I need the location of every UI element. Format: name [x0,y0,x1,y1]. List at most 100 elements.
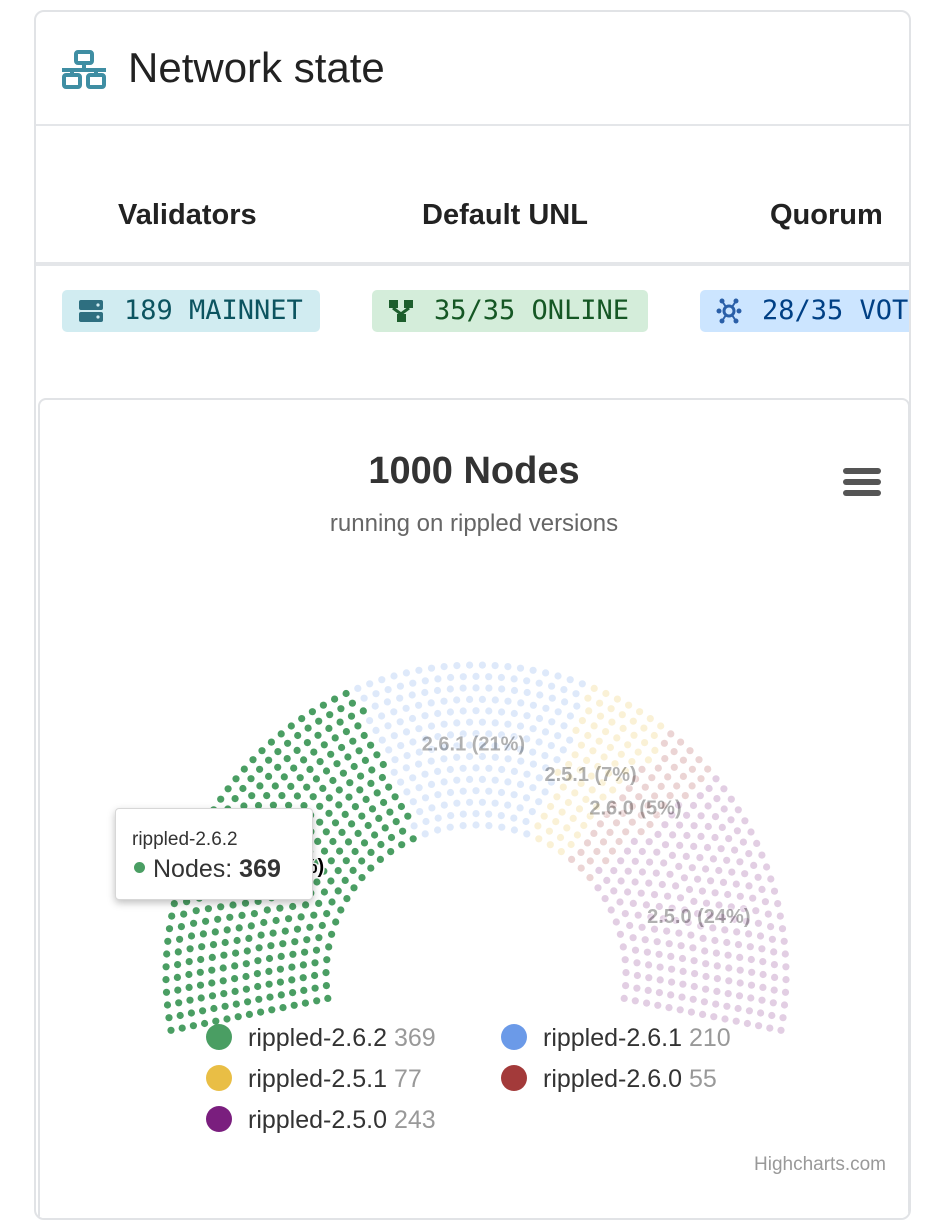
node-point-2-6-1[interactable] [409,738,417,746]
node-point-2-6-2[interactable] [210,1004,218,1013]
node-point-2-6-2[interactable] [234,1013,242,1021]
node-point-2-5-0[interactable] [654,1001,662,1009]
node-point-2-6-2[interactable] [249,756,257,764]
node-point-2-6-2[interactable] [284,739,292,747]
node-point-2-6-1[interactable] [453,799,461,807]
node-point-2-6-2[interactable] [219,964,227,972]
node-point-2-5-0[interactable] [664,892,672,900]
node-point-2-5-0[interactable] [702,960,710,968]
node-point-2-6-2[interactable] [326,711,334,719]
node-point-2-6-1[interactable] [408,714,417,723]
node-point-2-6-1[interactable] [428,804,436,812]
node-point-2-6-2[interactable] [253,970,261,978]
node-point-2-5-1[interactable] [556,833,565,842]
node-point-2-6-2[interactable] [199,1007,207,1015]
node-point-2-6-1[interactable] [390,672,398,680]
node-point-2-6-1[interactable] [523,770,531,778]
node-point-2-6-2[interactable] [300,986,308,995]
node-point-2-5-0[interactable] [638,923,646,931]
node-point-2-5-0[interactable] [667,952,675,961]
node-point-2-6-2[interactable] [309,793,317,801]
node-point-2-6-2[interactable] [373,751,381,759]
node-point-2-6-1[interactable] [440,755,448,763]
node-point-2-5-0[interactable] [603,876,611,884]
node-point-2-6-1[interactable] [440,697,448,705]
node-point-2-5-0[interactable] [643,948,652,956]
node-point-2-6-1[interactable] [453,776,461,784]
node-point-2-5-0[interactable] [629,899,637,907]
node-point-2-6-2[interactable] [349,866,357,874]
node-point-2-6-2[interactable] [288,963,296,971]
node-point-2-6-1[interactable] [446,765,454,774]
node-point-2-6-2[interactable] [367,779,375,787]
node-point-2-6-0[interactable] [637,828,645,836]
node-point-2-5-0[interactable] [656,963,664,971]
node-point-2-6-2[interactable] [287,782,295,790]
node-point-2-5-0[interactable] [633,971,642,980]
node-point-2-5-0[interactable] [725,977,733,985]
node-point-2-6-2[interactable] [176,935,184,943]
node-point-2-5-1[interactable] [580,821,588,830]
node-point-2-5-0[interactable] [709,855,718,863]
node-point-2-5-1[interactable] [571,789,579,797]
node-point-2-5-0[interactable] [620,994,628,1003]
node-point-2-5-0[interactable] [711,889,719,897]
node-point-2-5-0[interactable] [634,911,642,919]
node-point-2-6-2[interactable] [364,821,372,830]
node-point-2-5-1[interactable] [619,724,627,732]
node-point-2-6-2[interactable] [265,980,273,988]
node-point-2-6-2[interactable] [291,938,299,946]
node-point-2-6-2[interactable] [324,994,332,1003]
node-point-2-6-2[interactable] [235,924,243,932]
node-point-2-6-2[interactable] [325,809,333,817]
node-point-2-6-0[interactable] [608,847,617,855]
node-point-2-5-0[interactable] [735,992,744,1000]
node-point-2-6-2[interactable] [279,940,287,948]
node-point-2-5-0[interactable] [713,962,721,970]
node-point-2-6-0[interactable] [612,819,621,827]
node-point-2-5-0[interactable] [717,845,725,853]
node-point-2-5-1[interactable] [567,840,575,849]
node-point-2-6-2[interactable] [298,715,306,723]
node-point-2-5-0[interactable] [757,1009,765,1017]
node-point-2-5-0[interactable] [710,1013,718,1021]
node-point-2-6-2[interactable] [308,708,316,716]
node-point-2-6-1[interactable] [402,728,411,736]
node-point-2-5-1[interactable] [590,722,598,730]
node-point-2-6-2[interactable] [299,961,307,969]
node-point-2-6-2[interactable] [320,888,328,896]
node-point-2-6-1[interactable] [472,684,480,692]
node-point-2-5-0[interactable] [680,874,689,882]
node-point-2-6-1[interactable] [497,673,505,682]
node-point-2-6-1[interactable] [498,685,506,693]
node-point-2-5-1[interactable] [636,708,644,716]
node-point-2-6-2[interactable] [392,818,400,826]
node-point-2-5-0[interactable] [677,942,685,950]
node-point-2-5-0[interactable] [745,930,753,938]
node-point-2-5-0[interactable] [736,966,744,974]
node-point-2-6-1[interactable] [421,688,429,697]
node-point-2-5-0[interactable] [780,937,788,945]
node-point-2-5-0[interactable] [694,875,702,883]
node-point-2-5-0[interactable] [690,842,698,850]
node-point-2-5-0[interactable] [723,938,731,947]
node-point-2-6-1[interactable] [378,712,386,720]
node-point-2-6-1[interactable] [371,702,379,710]
node-point-2-6-1[interactable] [427,780,436,788]
node-point-2-6-2[interactable] [258,747,266,755]
node-point-2-6-0[interactable] [704,765,712,773]
node-point-2-5-0[interactable] [687,931,695,939]
node-point-2-6-2[interactable] [265,967,273,976]
node-point-2-6-2[interactable] [313,878,321,886]
node-point-2-5-0[interactable] [770,986,778,994]
node-point-2-6-2[interactable] [239,784,247,793]
node-point-2-6-2[interactable] [223,1015,231,1023]
node-point-2-6-2[interactable] [339,769,347,777]
node-point-2-6-1[interactable] [510,826,518,834]
node-point-2-6-1[interactable] [548,694,556,702]
node-point-2-6-1[interactable] [440,663,448,671]
node-point-2-6-2[interactable] [176,1011,184,1020]
node-point-2-5-0[interactable] [780,1001,789,1009]
node-point-2-5-0[interactable] [629,934,637,942]
node-point-2-5-0[interactable] [754,919,763,927]
